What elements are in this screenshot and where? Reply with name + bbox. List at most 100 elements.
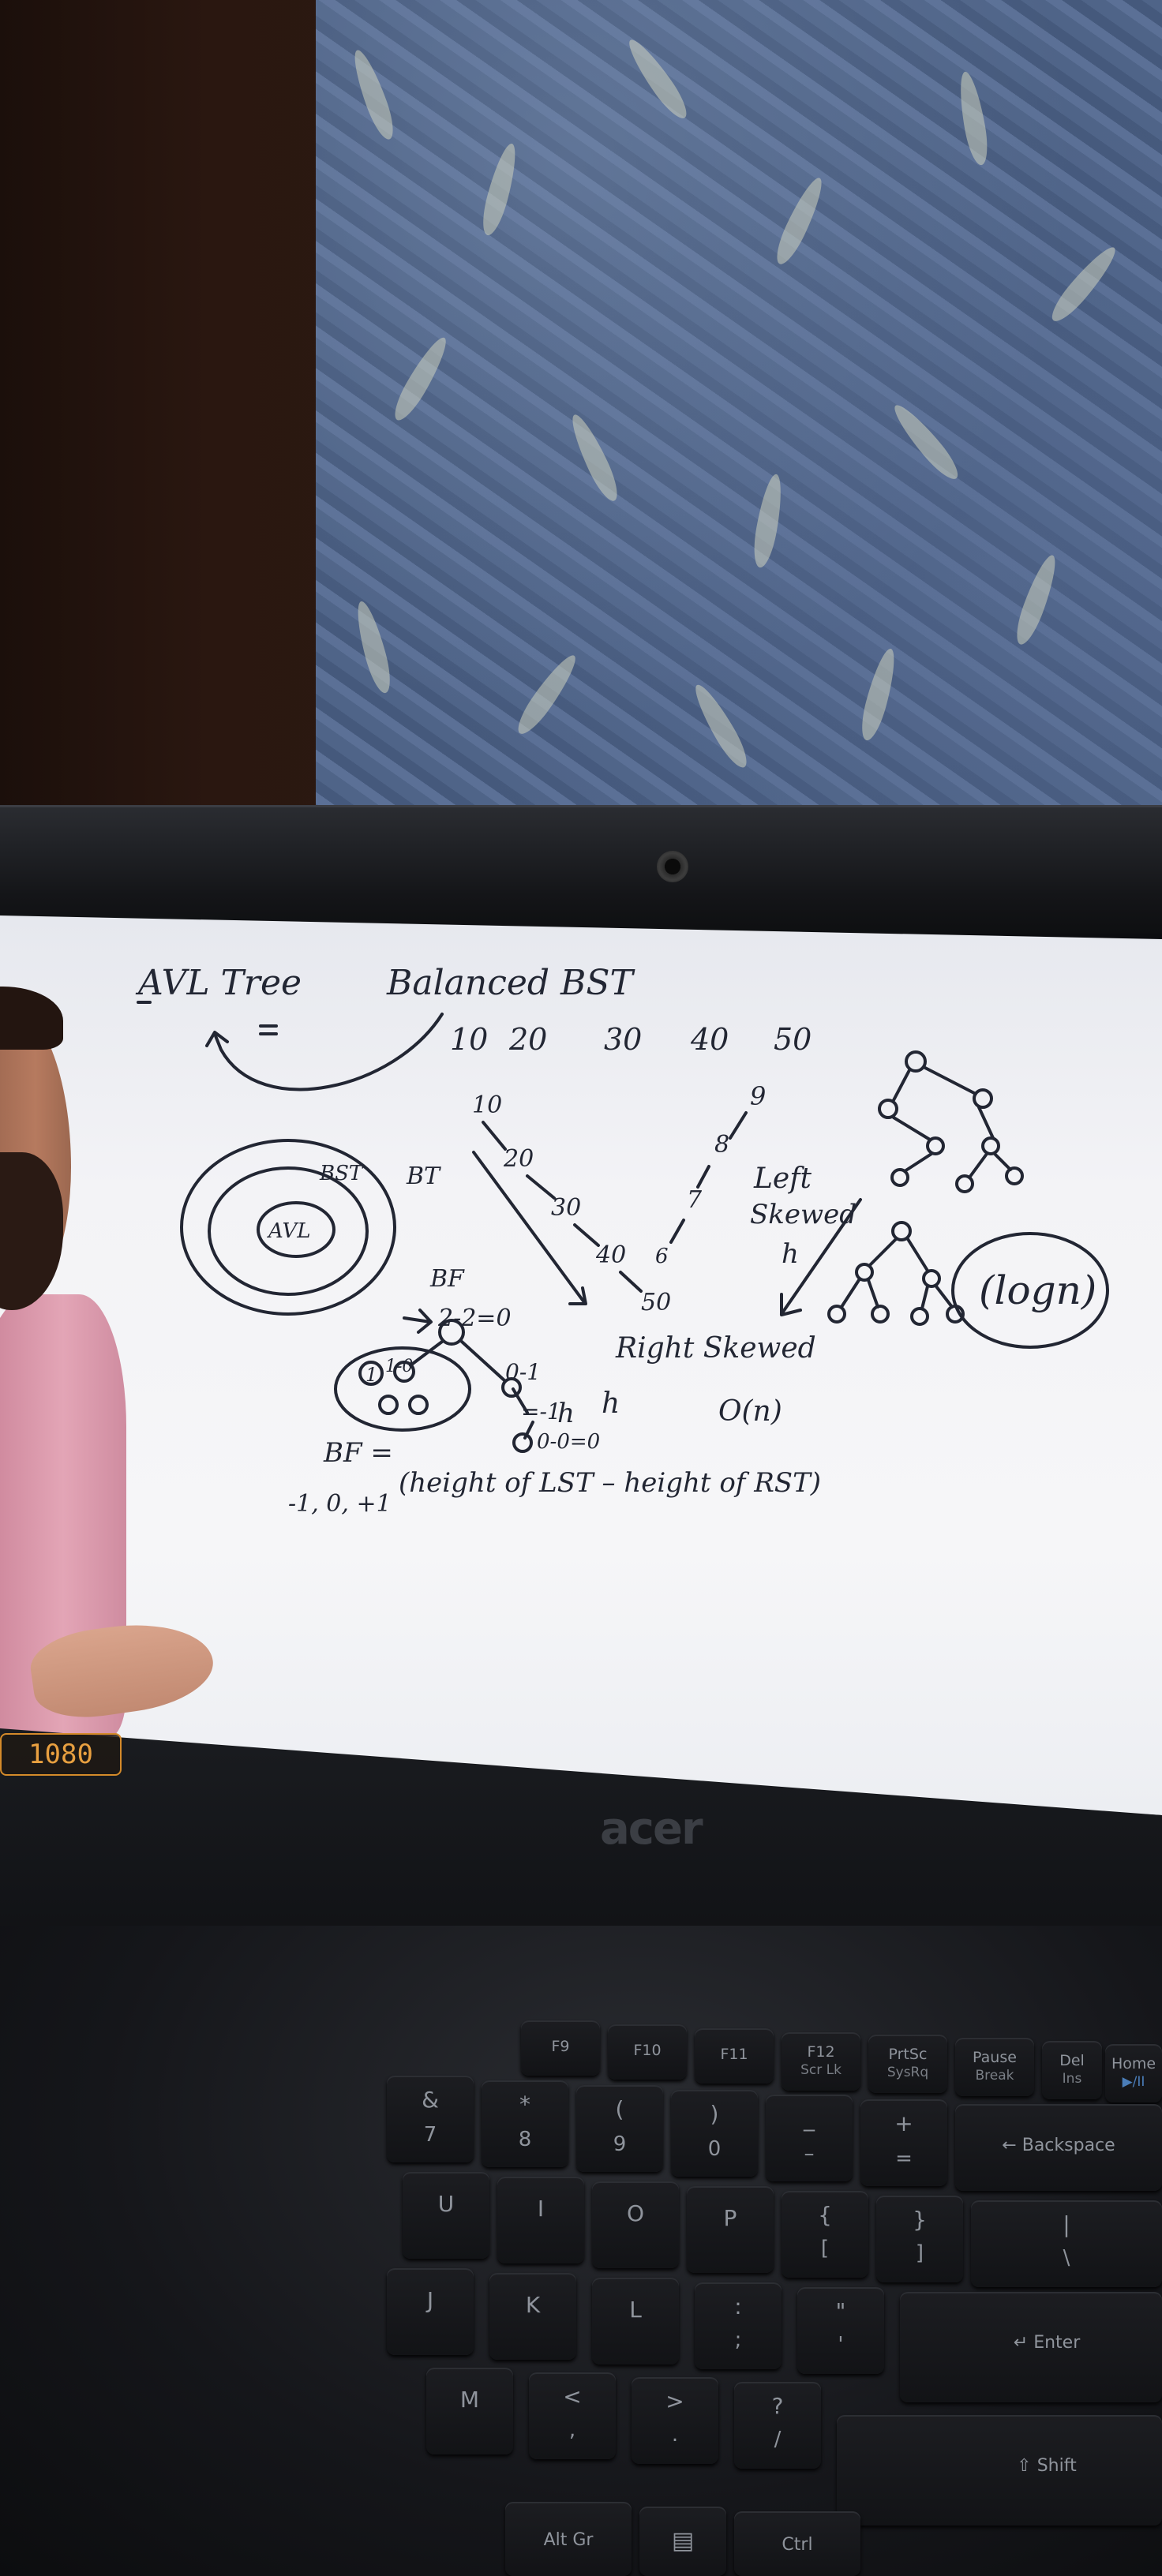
key-label: O	[626, 2200, 645, 2226]
key-menu[interactable]: ▤	[639, 2507, 726, 2576]
key-label: I	[537, 2196, 545, 2222]
key-label: Backspace	[1021, 2136, 1115, 2155]
key-label: L	[629, 2297, 642, 2323]
webcam-icon	[657, 851, 688, 882]
key-label: (	[615, 2096, 624, 2122]
key-right-brace[interactable]: }]	[876, 2196, 963, 2282]
key-label: F11	[720, 2046, 748, 2063]
balanced-tree-top	[878, 1050, 1024, 1193]
key-enter[interactable]: ↵ Enter	[900, 2292, 1162, 2402]
key-u[interactable]: U	[403, 2172, 489, 2259]
key-label: Enter	[1033, 2333, 1081, 2353]
key-backspace[interactable]: ← Backspace	[955, 2104, 1162, 2191]
brand-logo: acer	[600, 1803, 703, 1855]
key-label: [	[820, 2237, 830, 2260]
laptop-lid-bezel	[0, 805, 1162, 934]
left-skewed-tree: 9 8 7 6 Left Skewed h	[655, 1081, 862, 1316]
right-skewed-height: h	[602, 1387, 620, 1420]
sequence-item: 50	[774, 1022, 812, 1057]
key-ctrl[interactable]: Ctrl	[734, 2511, 860, 2576]
sequence-item: 20	[508, 1022, 547, 1057]
right-skewed-complexity: O(n)	[718, 1395, 782, 1428]
key-label: Del	[1059, 2052, 1085, 2069]
key-m[interactable]: M	[426, 2368, 513, 2454]
key-label: 8	[518, 2128, 532, 2151]
key-minus[interactable]: _ –	[766, 2095, 853, 2181]
key-label: 9	[613, 2132, 627, 2156]
key-sublabel: Ins	[1062, 2071, 1082, 2087]
key-label: ]	[915, 2241, 924, 2265]
left-skewed-label-line2: Skewed	[750, 1199, 857, 1230]
key-7[interactable]: & 7	[387, 2076, 474, 2162]
key-del[interactable]: Del Ins	[1042, 2041, 1102, 2099]
key-semicolon[interactable]: :;	[695, 2282, 782, 2369]
key-f11[interactable]: F11	[695, 2028, 774, 2084]
key-label: &	[422, 2087, 439, 2113]
key-label: *	[519, 2091, 530, 2117]
key-sublabel: ▶/II	[1122, 2074, 1145, 2090]
key-i[interactable]: I	[497, 2177, 584, 2263]
key-equals[interactable]: + =	[860, 2099, 947, 2186]
key-home[interactable]: Home ▶/II	[1105, 2044, 1162, 2102]
key-f9[interactable]: F9	[521, 2020, 600, 2076]
key-sublabel: Break	[975, 2068, 1014, 2084]
bf-left-child-result: =-1	[521, 1398, 561, 1425]
bf-leaf-calc: 0-0=0	[537, 1430, 600, 1454]
shift-arrow-icon: ⇧ Shift	[1017, 2456, 1077, 2476]
key-period[interactable]: >.	[632, 2377, 718, 2464]
key-slash[interactable]: ? /	[734, 2382, 821, 2469]
key-alt-gr[interactable]: Alt Gr	[505, 2502, 632, 2576]
sequence-item: 40	[690, 1022, 729, 1057]
key-o[interactable]: O	[592, 2181, 679, 2268]
key-label: :	[734, 2293, 742, 2320]
key-p[interactable]: P	[687, 2186, 774, 2273]
key-label: '	[838, 2333, 844, 2357]
key-label: Pause	[973, 2049, 1017, 2066]
bf-formula-expression: (height of LST – height of RST)	[399, 1467, 821, 1499]
tree-node-label: 7	[687, 1186, 703, 1214]
key-label: K	[525, 2292, 541, 2318]
key-label: F10	[633, 2042, 662, 2059]
arrow-curve	[213, 1013, 444, 1091]
key-label: Home	[1111, 2055, 1156, 2072]
key-k[interactable]: K	[489, 2273, 576, 2360]
key-label: ,	[568, 2418, 576, 2442]
key-8[interactable]: * 8	[482, 2080, 568, 2167]
key-0[interactable]: ) 0	[671, 2090, 758, 2177]
venn-outer-label: BT	[406, 1163, 441, 1190]
key-sublabel: SysRq	[886, 2065, 929, 2080]
title-text: AVL Tree	[135, 963, 302, 1003]
key-sublabel: Scr Lk	[800, 2062, 842, 2078]
key-quote[interactable]: " '	[797, 2287, 884, 2374]
bf-label: BF	[429, 1265, 465, 1293]
key-label: _	[804, 2106, 815, 2132]
menu-icon: ▤	[671, 2527, 695, 2555]
key-comma[interactable]: <,	[529, 2372, 616, 2459]
key-label: {	[818, 2202, 832, 2228]
key-f12[interactable]: F12 Scr Lk	[782, 2032, 860, 2091]
key-l[interactable]: L	[592, 2278, 679, 2364]
key-label: +	[894, 2110, 913, 2136]
key-label: >	[665, 2388, 684, 2414]
arrow-head-icon	[403, 1309, 433, 1334]
key-pause[interactable]: Pause Break	[955, 2038, 1034, 2096]
sequence-item: 30	[604, 1022, 642, 1057]
tree-node-label: 50	[641, 1289, 671, 1316]
key-f10[interactable]: F10	[608, 2024, 687, 2080]
balanced-tree-bottom: (logn)	[827, 1221, 1109, 1349]
key-j[interactable]: J	[387, 2268, 474, 2355]
key-label: )	[710, 2101, 719, 2127]
key-prtsc[interactable]: PrtSc SysRq	[868, 2035, 947, 2093]
key-label: P	[723, 2205, 737, 2231]
circled-number-text: 1	[365, 1364, 377, 1386]
key-left-brace[interactable]: {[	[782, 2191, 868, 2278]
key-9[interactable]: (9	[576, 2085, 663, 2172]
venn-inner-label: AVL	[267, 1219, 311, 1243]
key-pipe[interactable]: | \	[971, 2200, 1162, 2287]
key-shift-right[interactable]: ⇧ Shift	[837, 2415, 1162, 2525]
key-label: J	[426, 2287, 434, 2313]
key-label: ;	[734, 2328, 742, 2352]
key-label: .	[671, 2423, 679, 2447]
tree-edges	[669, 1111, 748, 1244]
resolution-badge: 1080	[0, 1733, 122, 1776]
